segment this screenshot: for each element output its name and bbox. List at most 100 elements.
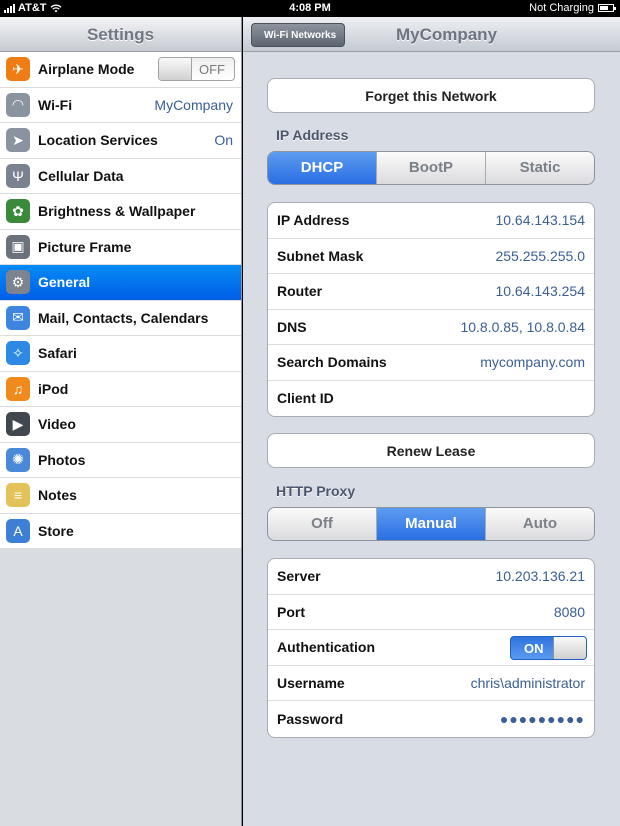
dns-row[interactable]: DNS 10.8.0.85, 10.8.0.84 <box>268 310 594 345</box>
router-value[interactable]: 10.64.143.254 <box>495 283 585 299</box>
settings-sidebar: Settings ✈ Airplane Mode OFF ◠ Wi-Fi MyCompan… <box>0 17 242 826</box>
dns-label: DNS <box>277 318 307 335</box>
wifi-icon: ◠ <box>6 92 30 117</box>
proxy-mode-segmented-control: Off Manual Auto <box>267 507 595 541</box>
authentication-toggle[interactable]: ON <box>510 636 587 660</box>
mail-icon: ✉ <box>6 305 30 330</box>
ip-segment-dhcp[interactable]: DHCP <box>268 152 377 184</box>
ip-settings-group: IP Address 10.64.143.154 Subnet Mask 255.25… <box>267 202 595 417</box>
detail-pane: Wi-Fi Networks MyCompany Forget this Net… <box>243 17 620 826</box>
renew-lease-button[interactable]: Renew Lease <box>267 433 595 468</box>
sidebar-item-label: iPod <box>38 380 69 397</box>
sidebar-item-cellular-data[interactable]: Ψ Cellular Data <box>0 159 241 194</box>
sidebar-title: Settings <box>0 17 241 52</box>
location-icon: ➤ <box>6 128 30 153</box>
compass-icon: ✧ <box>6 341 30 366</box>
port-row[interactable]: Port 8080 <box>268 595 594 630</box>
password-value[interactable]: ●●●●●●●●● <box>500 711 585 727</box>
subnet-mask-value[interactable]: 255.255.255.0 <box>495 248 585 264</box>
client-id-row[interactable]: Client ID <box>268 381 594 417</box>
search-domains-label: Search Domains <box>277 354 387 371</box>
toggle-state-label: OFF <box>199 62 225 77</box>
http-proxy-header: HTTP Proxy <box>276 483 356 499</box>
authentication-label: Authentication <box>277 639 375 656</box>
sidebar-item-value: MyCompany <box>154 96 233 113</box>
flower-icon: ✿ <box>6 199 30 224</box>
clapper-icon: ▶ <box>6 412 30 437</box>
ipod-icon: ♫ <box>6 376 30 401</box>
password-row[interactable]: Password ●●●●●●●●● <box>268 701 594 737</box>
sidebar-item-airplane-mode[interactable]: ✈ Airplane Mode OFF <box>0 52 241 88</box>
status-bar: AT&T 4:08 PM Not Charging <box>0 0 620 17</box>
sunflower-icon: ✺ <box>6 447 30 472</box>
sidebar-item-label: Brightness & Wallpaper <box>38 203 196 220</box>
subnet-mask-label: Subnet Mask <box>277 247 364 264</box>
airplane-mode-toggle[interactable]: OFF <box>158 57 235 81</box>
ip-address-header: IP Address <box>276 127 349 143</box>
picture-frame-icon: ▣ <box>6 234 30 259</box>
sidebar-item-label: Photos <box>38 451 86 468</box>
sidebar-item-label: Location Services <box>38 132 158 149</box>
sidebar-item-wi-fi[interactable]: ◠ Wi-Fi MyCompany <box>0 88 241 123</box>
sidebar-item-location-services[interactable]: ➤ Location Services On <box>0 123 241 159</box>
username-row[interactable]: Username chris\administrator <box>268 666 594 701</box>
search-domains-row[interactable]: Search Domains mycompany.com <box>268 345 594 381</box>
username-value[interactable]: chris\administrator <box>471 675 585 691</box>
sidebar-item-label: General <box>38 274 91 291</box>
port-label: Port <box>277 603 305 620</box>
subnet-mask-row[interactable]: Subnet Mask 255.255.255.0 <box>268 239 594 274</box>
sidebar-item-label: Airplane Mode <box>38 61 135 78</box>
page-title: MyCompany <box>395 25 498 44</box>
sidebar-item-store[interactable]: A Store <box>0 514 241 549</box>
cellular-icon: Ψ <box>6 163 30 188</box>
proxy-segment-manual[interactable]: Manual <box>377 508 486 540</box>
sidebar-item-picture-frame[interactable]: ▣ Picture Frame <box>0 230 241 265</box>
sidebar-item-label: Wi-Fi <box>38 96 73 113</box>
store-icon: A <box>6 518 30 543</box>
sidebar-item-label: Video <box>38 416 76 433</box>
notes-icon: ≡ <box>6 483 30 508</box>
ip-address-row[interactable]: IP Address 10.64.143.154 <box>268 203 594 239</box>
sidebar-item-label: Cellular Data <box>38 167 124 184</box>
detail-navbar: Wi-Fi Networks MyCompany <box>243 17 620 52</box>
username-label: Username <box>277 674 345 691</box>
sidebar-item-label: Mail, Contacts, Calendars <box>38 309 209 326</box>
clock: 4:08 PM <box>289 2 331 14</box>
password-label: Password <box>277 710 344 727</box>
sidebar-item-label: Picture Frame <box>38 238 132 255</box>
ip-mode-segmented-control: DHCP BootP Static <box>267 151 595 185</box>
dns-value[interactable]: 10.8.0.85, 10.8.0.84 <box>460 319 585 335</box>
sidebar-item-label: Store <box>38 522 74 539</box>
client-id-label: Client ID <box>277 390 334 407</box>
battery-icon <box>598 4 616 12</box>
ip-segment-static[interactable]: Static <box>486 152 594 184</box>
sidebar-item-notes[interactable]: ≡ Notes <box>0 478 241 514</box>
sidebar-item-value: On <box>214 132 233 149</box>
gear-icon: ⚙ <box>6 270 30 295</box>
port-value[interactable]: 8080 <box>554 604 585 620</box>
proxy-settings-group: Server 10.203.136.21 Port 8080 Authenticatio… <box>267 558 595 738</box>
sidebar-item-video[interactable]: ▶ Video <box>0 407 241 443</box>
authentication-row[interactable]: Authentication ON <box>268 630 594 666</box>
sidebar-item-safari[interactable]: ✧ Safari <box>0 336 241 372</box>
ip-address-label: IP Address <box>277 212 350 229</box>
toggle-state-label: ON <box>524 641 544 656</box>
sidebar-item-ipod[interactable]: ♫ iPod <box>0 372 241 407</box>
sidebar-item-label: Safari <box>38 345 77 362</box>
router-label: Router <box>277 283 323 300</box>
ip-address-value[interactable]: 10.64.143.154 <box>495 212 585 228</box>
forget-network-button[interactable]: Forget this Network <box>267 78 595 113</box>
sidebar-item-brightness-wallpaper[interactable]: ✿ Brightness & Wallpaper <box>0 194 241 230</box>
ip-segment-bootp[interactable]: BootP <box>377 152 486 184</box>
airplane-icon: ✈ <box>6 57 30 82</box>
server-row[interactable]: Server 10.203.136.21 <box>268 559 594 595</box>
sidebar-item-photos[interactable]: ✺ Photos <box>0 443 241 478</box>
sidebar-item-mail-contacts-calendars[interactable]: ✉ Mail, Contacts, Calendars <box>0 301 241 336</box>
server-value[interactable]: 10.203.136.21 <box>495 568 585 584</box>
search-domains-value[interactable]: mycompany.com <box>480 354 585 370</box>
router-row[interactable]: Router 10.64.143.254 <box>268 274 594 310</box>
proxy-segment-off[interactable]: Off <box>268 508 377 540</box>
sidebar-item-general[interactable]: ⚙ General <box>0 265 241 301</box>
proxy-segment-auto[interactable]: Auto <box>486 508 594 540</box>
server-label: Server <box>277 568 321 585</box>
